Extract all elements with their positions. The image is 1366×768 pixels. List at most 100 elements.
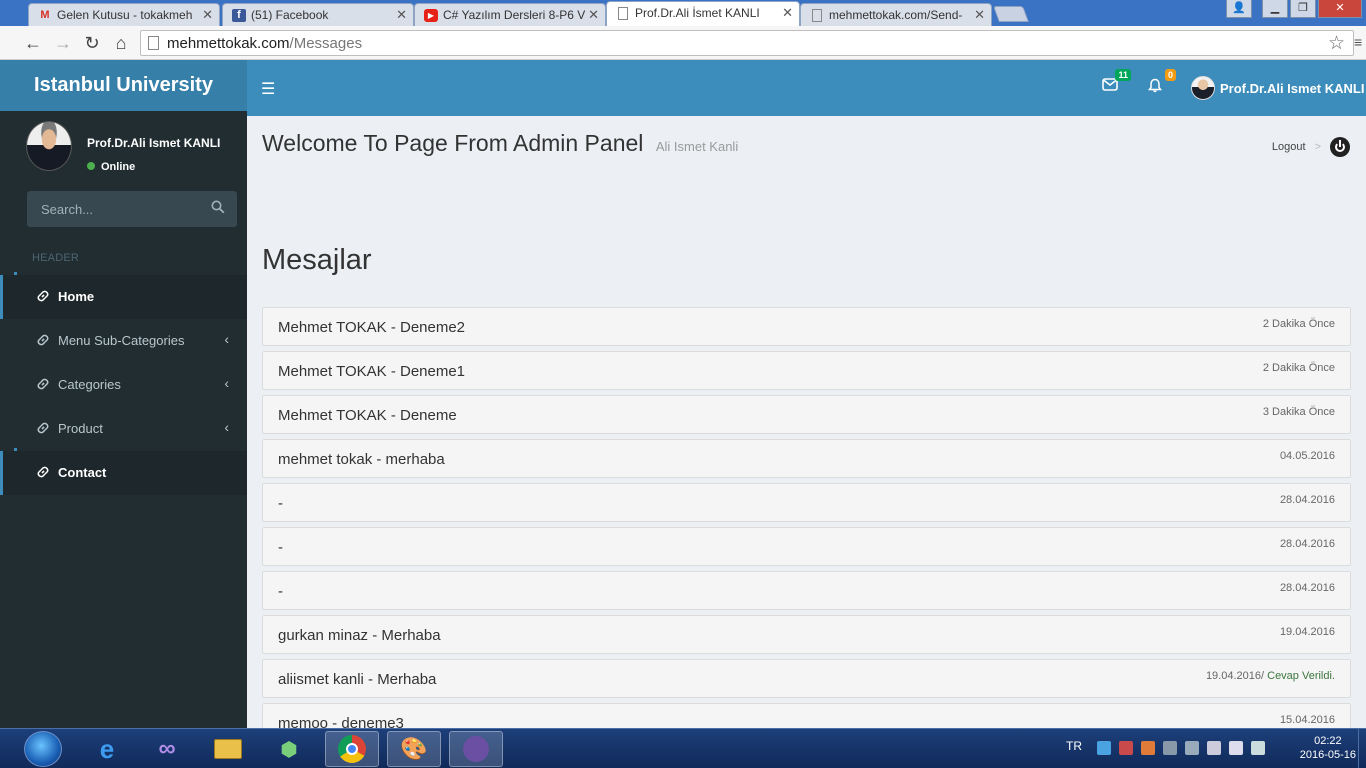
close-icon[interactable]: ✕: [782, 5, 793, 21]
tray-app-icon[interactable]: [1119, 741, 1133, 755]
sidebar-item-menu-sub-categories[interactable]: Menu Sub-Categories ‹: [0, 319, 247, 363]
search-icon[interactable]: [211, 200, 225, 214]
forward-arrow-icon[interactable]: →: [52, 32, 74, 54]
message-item[interactable]: Mehmet TOKAK - Deneme 3 Dakika Önce: [262, 395, 1351, 434]
brand-logo[interactable]: Istanbul University: [0, 60, 247, 111]
close-icon[interactable]: ✕: [202, 7, 213, 23]
bluetooth-icon[interactable]: [1163, 741, 1177, 755]
message-date: 15.04.2016: [1279, 714, 1335, 726]
browser-toolbar: ← → ↻ ⌂ mehmettokak.com/Messages ☆ ≡: [0, 26, 1366, 60]
tab-send[interactable]: mehmettokak.com/Send- ✕: [800, 3, 992, 26]
paint-icon[interactable]: 🎨: [387, 731, 441, 767]
network-tool-icon[interactable]: ⬢: [262, 731, 316, 767]
page-subtitle: Ali Ismet Kanli: [655, 139, 739, 154]
messages-badge: 11: [1115, 69, 1131, 81]
sidebar-toggle-icon[interactable]: ☰: [261, 79, 275, 99]
message-item[interactable]: Mehmet TOKAK - Deneme2 2 Dakika Önce: [262, 307, 1351, 346]
message-time: 15.04.2016: [1280, 714, 1335, 726]
notifications-nav-button[interactable]: 0: [1145, 69, 1176, 98]
url-path: /Messages: [289, 35, 363, 52]
new-tab-button[interactable]: [993, 6, 1029, 22]
address-bar[interactable]: mehmettokak.com/Messages ☆: [140, 30, 1354, 56]
tab-facebook[interactable]: f (51) Facebook ✕: [222, 3, 414, 26]
sidebar-search[interactable]: Search...: [27, 191, 237, 227]
logout-link[interactable]: Logout: [1272, 141, 1306, 153]
taskbar-clock[interactable]: 02:22 2016-05-16: [1300, 734, 1356, 762]
action-center-icon[interactable]: [1207, 741, 1221, 755]
github-icon[interactable]: [449, 731, 503, 767]
message-text: Mehmet TOKAK - Deneme1: [278, 363, 466, 380]
volume-icon[interactable]: [1251, 741, 1265, 755]
message-item[interactable]: - 28.04.2016: [262, 483, 1351, 522]
message-text: Mehmet TOKAK - Deneme2: [278, 319, 466, 336]
minimize-button[interactable]: ▁: [1262, 0, 1288, 18]
logout-area: Logout >: [1272, 137, 1350, 157]
page-icon: [148, 36, 159, 50]
sidebar-item-home[interactable]: Home: [0, 275, 247, 319]
message-item[interactable]: - 28.04.2016: [262, 571, 1351, 610]
sidebar-item-product[interactable]: Product ‹: [0, 407, 247, 451]
messages-list: Mehmet TOKAK - Deneme2 2 Dakika Önce Mehm…: [262, 307, 1351, 747]
file-explorer-icon[interactable]: [201, 731, 255, 767]
close-icon[interactable]: ✕: [396, 7, 407, 23]
sidebar-menu: Home Menu Sub-Categories ‹ Categories ‹ …: [0, 275, 247, 495]
user-menu[interactable]: Prof.Dr.Ali Ismet KANLI: [1191, 76, 1364, 100]
network-icon[interactable]: [1229, 741, 1243, 755]
chrome-icon[interactable]: [325, 731, 379, 767]
internet-explorer-icon[interactable]: e: [80, 731, 134, 767]
message-date: 2 Dakika Önce: [1262, 318, 1335, 330]
home-icon[interactable]: ⌂: [110, 32, 132, 54]
visual-studio-icon[interactable]: ∞: [140, 731, 194, 767]
user-icon[interactable]: 👤: [1226, 0, 1252, 18]
messages-nav-button[interactable]: 11: [1100, 69, 1131, 96]
message-text: mehmet tokak - merhaba: [278, 451, 445, 468]
avatar: [26, 121, 72, 171]
tab-title: mehmettokak.com/Send-: [829, 8, 963, 22]
message-date: 04.05.2016: [1279, 450, 1335, 462]
tab-youtube[interactable]: ▶ C# Yazılım Dersleri 8-P6 V ✕: [414, 3, 606, 26]
tab-gmail[interactable]: M Gelen Kutusu - tokakmeh ✕: [28, 3, 220, 26]
sidebar: Prof.Dr.Ali Ismet KANLI Online Search...…: [0, 111, 247, 728]
youtube-icon: ▶: [424, 9, 438, 22]
messages-heading: Mesajlar: [262, 244, 372, 276]
message-item[interactable]: - 28.04.2016: [262, 527, 1351, 566]
power-icon[interactable]: [1330, 137, 1350, 157]
reload-icon[interactable]: ↻: [81, 32, 103, 54]
message-date: 28.04.2016: [1279, 582, 1335, 594]
tray-app-icon[interactable]: [1097, 741, 1111, 755]
message-item[interactable]: Mehmet TOKAK - Deneme1 2 Dakika Önce: [262, 351, 1351, 390]
close-window-button[interactable]: ✕: [1318, 0, 1362, 18]
close-icon[interactable]: ✕: [974, 7, 985, 23]
tab-title: C# Yazılım Dersleri 8-P6 V: [443, 8, 586, 22]
browser-menu-icon[interactable]: ≡: [1354, 34, 1364, 50]
show-desktop-button[interactable]: [1358, 729, 1366, 768]
tab-admin[interactable]: Prof.Dr.Ali İsmet KANLI ✕: [606, 1, 800, 26]
maximize-button[interactable]: ❐: [1290, 0, 1316, 18]
sidebar-item-contact[interactable]: Contact: [0, 451, 247, 495]
message-time: 04.05.2016: [1280, 450, 1335, 462]
message-item[interactable]: aliismet kanli - Merhaba 19.04.2016/ Ceva…: [262, 659, 1351, 698]
back-arrow-icon[interactable]: ←: [22, 32, 44, 54]
sidebar-item-label: Product: [58, 421, 103, 436]
sidebar-item-categories[interactable]: Categories ‹: [0, 363, 247, 407]
tray-app-icon[interactable]: [1141, 741, 1155, 755]
status-badge: Online: [87, 161, 135, 173]
bookmark-star-icon[interactable]: ☆: [1328, 32, 1345, 55]
sidebar-item-label: Contact: [58, 465, 107, 480]
tray-app-icon[interactable]: [1185, 741, 1199, 755]
message-item[interactable]: gurkan minaz - Merhaba 19.04.2016: [262, 615, 1351, 654]
message-item[interactable]: mehmet tokak - merhaba 04.05.2016: [262, 439, 1351, 478]
notifications-badge: 0: [1164, 69, 1176, 81]
user-menu-name: Prof.Dr.Ali Ismet KANLI: [1220, 80, 1365, 96]
start-button[interactable]: [24, 731, 62, 767]
chevron-left-icon: ‹: [224, 375, 229, 391]
gmail-icon: M: [40, 9, 50, 21]
link-icon: [37, 334, 49, 346]
close-icon[interactable]: ✕: [588, 7, 599, 23]
message-date: 3 Dakika Önce: [1262, 406, 1335, 418]
status-text: Online: [101, 161, 136, 173]
chevron-left-icon: ‹: [224, 331, 229, 347]
language-indicator[interactable]: TR: [1066, 739, 1082, 753]
search-input[interactable]: Search...: [41, 202, 93, 217]
clock-time: 02:22: [1314, 735, 1342, 747]
